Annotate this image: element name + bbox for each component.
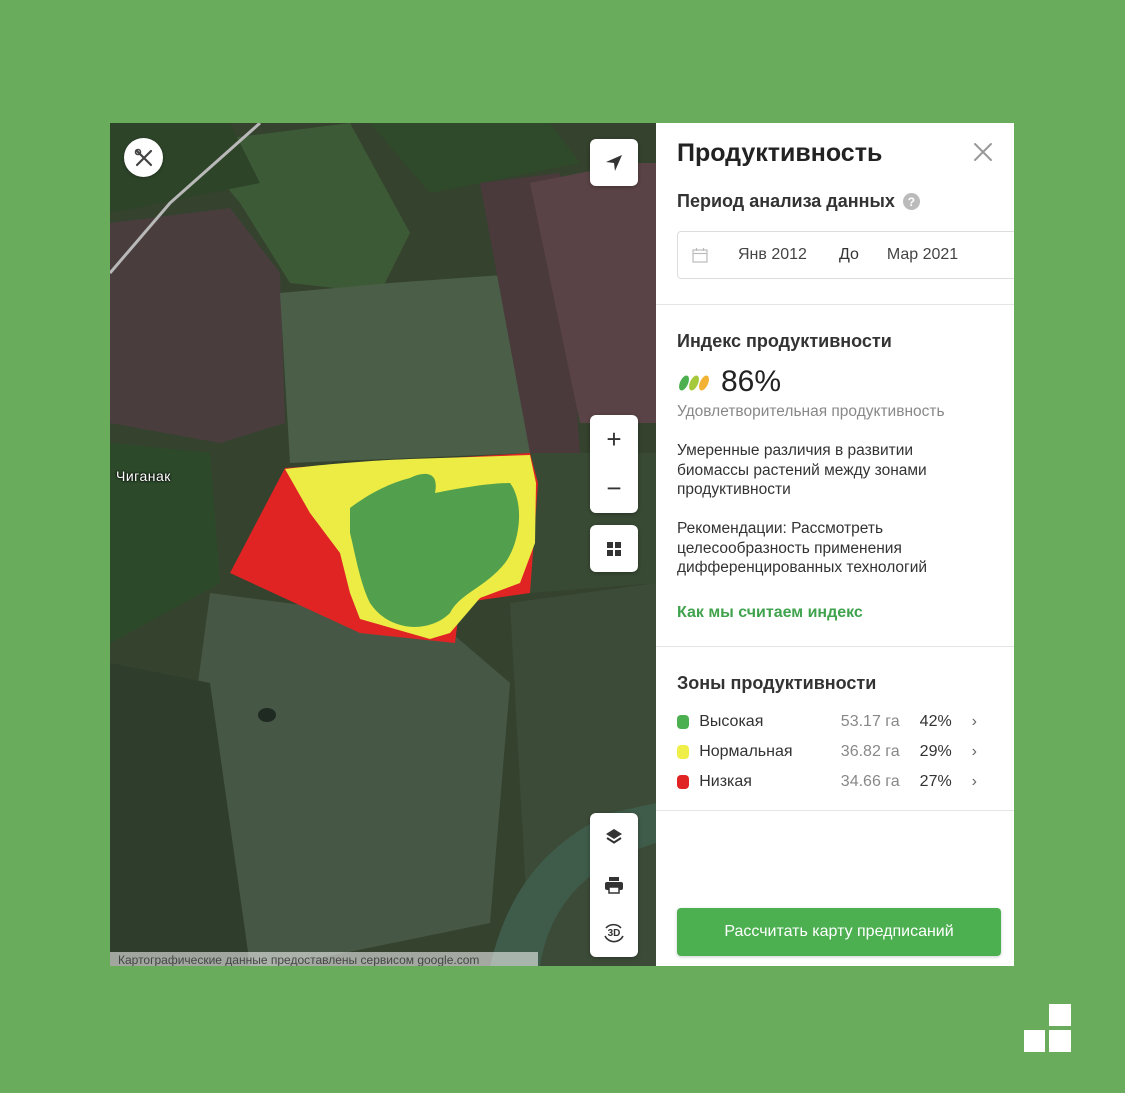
date-range-picker[interactable]: Янв 2012 До Мар 2021 [677, 231, 1014, 279]
zone-row-normal[interactable]: Нормальная 36.82 га 29% › [677, 741, 977, 763]
grid-icon [607, 541, 621, 556]
zoom-out-button[interactable]: − [590, 464, 638, 513]
chevron-right-icon: › [971, 743, 977, 760]
divider [656, 810, 1014, 811]
print-button[interactable] [590, 861, 638, 909]
help-icon[interactable]: ? [902, 193, 920, 210]
navigation-arrow-icon [606, 154, 622, 171]
date-separator: До [838, 246, 859, 263]
panel-title: Продуктивность [677, 139, 883, 167]
date-to[interactable]: Мар 2021 [887, 246, 958, 264]
layers-button[interactable] [590, 813, 638, 861]
zoom-controls: + − [590, 415, 638, 513]
map-pond [258, 708, 276, 722]
zone-area: 34.66 га [840, 773, 900, 790]
zone-row-low[interactable]: Низкая 34.66 га 27% › [677, 771, 977, 793]
period-label: Период анализа данных ? [677, 191, 920, 212]
zone-color-swatch [677, 745, 690, 759]
print-icon [605, 877, 623, 894]
chevron-right-icon: › [971, 773, 977, 790]
how-index-link[interactable]: Как мы считаем индекс [677, 604, 863, 622]
divider [656, 304, 1014, 305]
date-from[interactable]: Янв 2012 [738, 246, 807, 264]
recommendation-text: Рекомендации: Рассмотреть целесообразнос… [677, 520, 928, 576]
zone-color-swatch [677, 715, 690, 729]
zone-percent: 42% [919, 713, 952, 730]
view-3d-label: 3D [607, 927, 621, 939]
zone-area: 36.82 га [840, 743, 900, 760]
layers-icon [606, 829, 622, 844]
zone-percent: 29% [919, 743, 952, 760]
grid-button[interactable] [590, 525, 638, 572]
map-imagery [110, 123, 656, 966]
zone-name: Высокая [699, 713, 764, 730]
period-label-text: Период анализа данных [677, 191, 895, 211]
map-attribution: Картографические данные предоставлены се… [110, 952, 538, 966]
view-3d-button[interactable]: 3D [590, 909, 638, 957]
village-label: Чиганак [116, 468, 171, 484]
calculate-prescription-button[interactable]: Рассчитать карту предписаний [677, 908, 1001, 956]
locate-button[interactable] [590, 139, 638, 186]
zone-name: Низкая [699, 773, 752, 790]
divider [656, 646, 1014, 647]
tools-button[interactable] [124, 138, 163, 177]
map-field [280, 273, 530, 463]
chevron-right-icon: › [971, 713, 977, 730]
zone-name: Нормальная [699, 743, 793, 760]
zone-row-high[interactable]: Высокая 53.17 га 42% › [677, 711, 977, 733]
index-heading: Индекс продуктивности [677, 331, 892, 351]
index-value: 86% [721, 365, 782, 398]
tools-icon [134, 148, 152, 166]
app-window: + − 3D Чиганак Картографические данные п… [110, 123, 1014, 966]
leaves-icon [679, 375, 709, 391]
zoom-in-button[interactable]: + [590, 415, 638, 464]
brand-logo [1024, 1004, 1071, 1052]
zone-area: 53.17 га [840, 713, 900, 730]
zone-percent: 27% [919, 773, 952, 790]
close-icon[interactable] [972, 141, 994, 163]
zones-heading: Зоны продуктивности [677, 673, 877, 693]
productivity-panel: Продуктивность Период анализа данных ? Я… [656, 123, 1014, 966]
zone-color-swatch [677, 775, 690, 789]
satellite-map[interactable]: + − 3D Чиганак Картографические данные п… [110, 123, 656, 966]
map-tools-stack: 3D [590, 813, 638, 957]
index-row: 86% [677, 365, 781, 399]
index-description: Удовлетворительная продуктивность [677, 403, 945, 420]
calendar-icon [692, 248, 708, 263]
variation-note: Умеренные различия в развитии биомассы р… [677, 442, 927, 498]
